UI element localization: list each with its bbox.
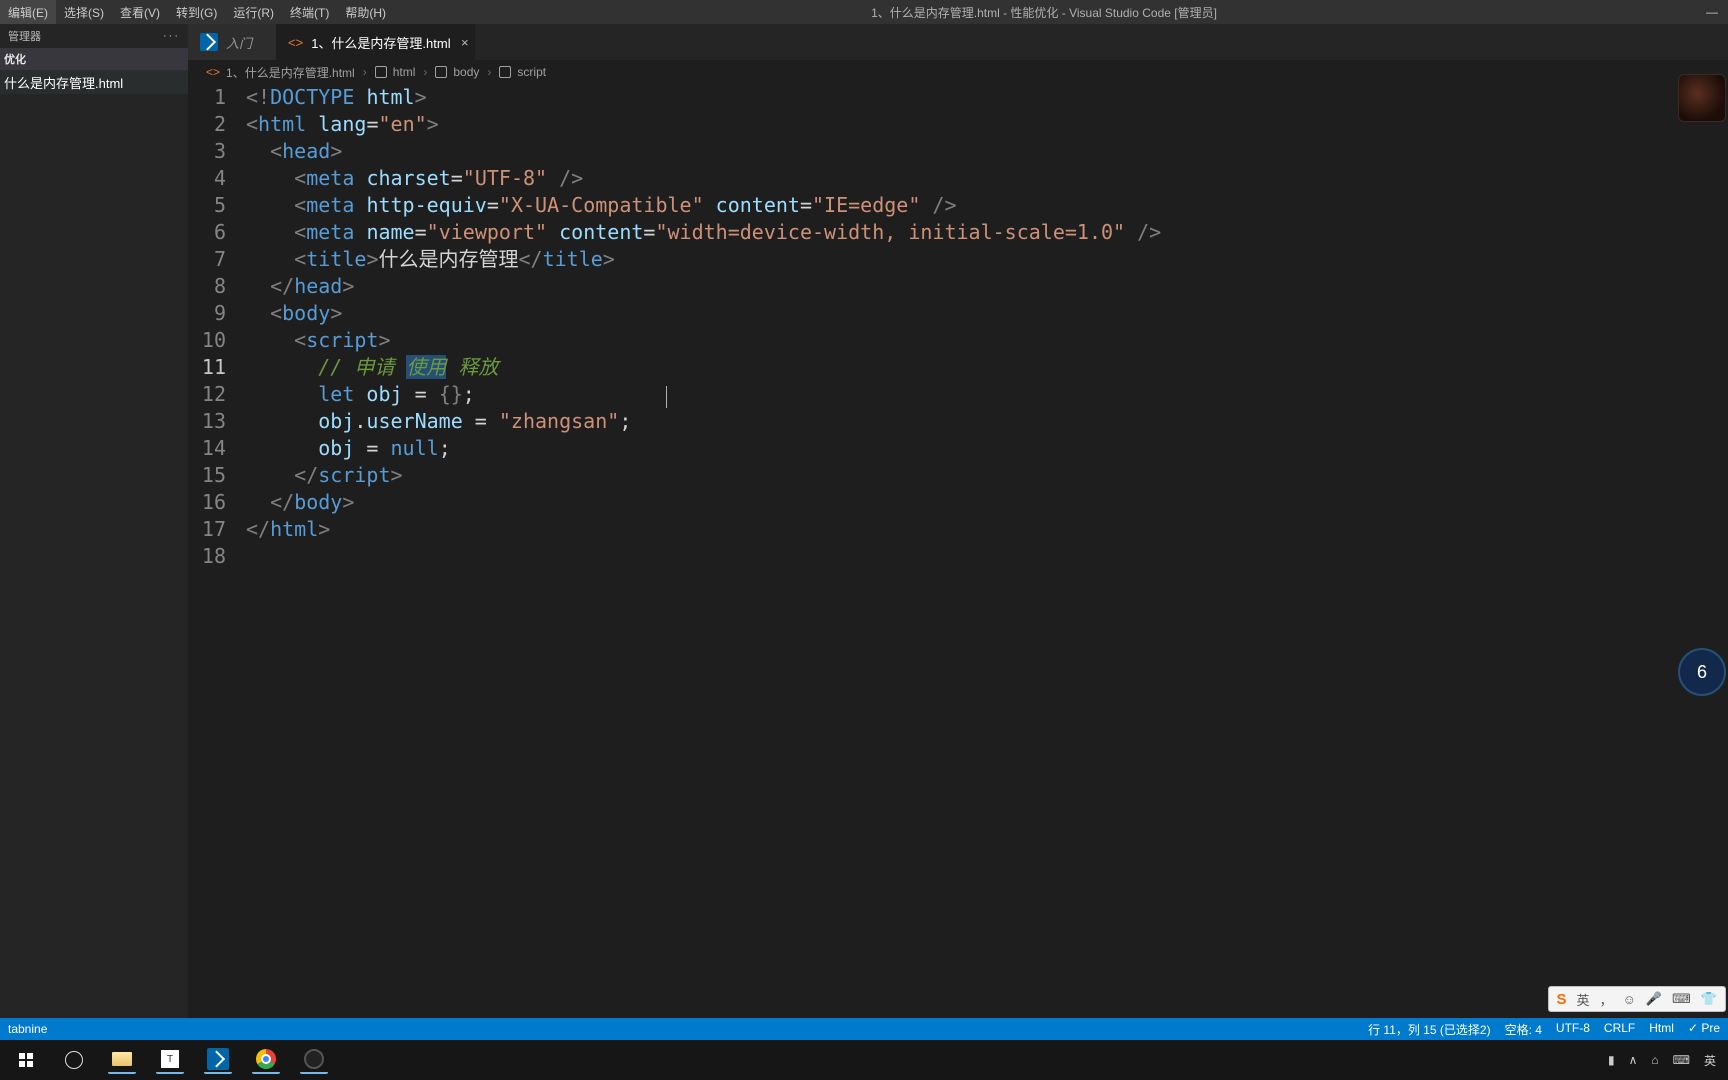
crumb-html[interactable]: html <box>393 65 416 79</box>
menu-run[interactable]: 运行(R) <box>225 0 282 24</box>
tab-close-icon[interactable]: × <box>461 35 469 50</box>
code-editor[interactable]: 123 456 789 101112 131415 161718 <!DOCTY… <box>188 84 1728 1018</box>
status-prettier[interactable]: ✓ Pre <box>1688 1021 1720 1038</box>
taskbar-explorer[interactable] <box>108 1046 136 1074</box>
line-gutter: 123 456 789 101112 131415 161718 <box>188 84 246 1018</box>
symbol-icon <box>499 66 511 78</box>
taskbar-start-button[interactable] <box>12 1046 40 1074</box>
ime-floating-toolbar[interactable]: S 英 ， ☺ 🎤 ⌨ 👕 <box>1548 986 1726 1012</box>
tab-welcome-label: 入门 <box>226 33 252 52</box>
tab-file-label: 1、什么是内存管理.html <box>311 33 450 52</box>
folder-icon <box>112 1052 132 1066</box>
vscode-icon <box>200 33 218 51</box>
status-cursor-position[interactable]: 行 11，列 15 (已选择2) <box>1368 1021 1490 1038</box>
ime-punct-icon[interactable]: ， <box>1600 990 1613 1009</box>
tray-ime-indicator[interactable]: 英 <box>1704 1052 1716 1069</box>
vscode-icon <box>207 1048 229 1070</box>
menu-help[interactable]: 帮助(H) <box>337 0 394 24</box>
tab-file-active[interactable]: <> 1、什么是内存管理.html × <box>276 24 475 60</box>
ime-keyboard-icon[interactable]: ⌨ <box>1672 991 1691 1007</box>
crumb-body[interactable]: body <box>453 65 479 79</box>
html-file-icon: <> <box>206 65 220 79</box>
explorer-sidebar: 管理器 ··· 优化 什么是内存管理.html <box>0 24 188 1018</box>
chrome-icon <box>256 1049 276 1069</box>
profile-avatar-badge[interactable] <box>1678 74 1726 122</box>
taskbar-notepad[interactable]: T <box>156 1046 184 1074</box>
taskbar-cortana[interactable] <box>60 1046 88 1074</box>
ime-brand-icon: S <box>1557 991 1567 1008</box>
status-encoding[interactable]: UTF-8 <box>1556 1021 1590 1038</box>
status-tabnine[interactable]: tabnine <box>8 1022 47 1036</box>
crumb-script[interactable]: script <box>517 65 546 79</box>
menu-edit[interactable]: 编辑(E) <box>0 0 56 24</box>
crumb-file[interactable]: 1、什么是内存管理.html <box>226 64 355 81</box>
status-spaces[interactable]: 空格: 4 <box>1505 1021 1542 1038</box>
chevron-right-icon: › <box>423 65 427 79</box>
tray-keyboard-icon[interactable]: ⌨ <box>1673 1053 1690 1067</box>
tray-chevron-up-icon[interactable]: ∧ <box>1629 1053 1638 1067</box>
menu-bar: 编辑(E) 选择(S) 查看(V) 转到(G) 运行(R) 终端(T) 帮助(H… <box>0 0 394 24</box>
tab-welcome[interactable]: 入门 <box>188 24 276 60</box>
menu-select[interactable]: 选择(S) <box>56 0 112 24</box>
explorer-section-folder[interactable]: 优化 <box>0 48 188 70</box>
windows-icon <box>19 1053 33 1067</box>
window-minimize-button[interactable]: — <box>1706 5 1716 19</box>
ime-lang-indicator[interactable]: 英 <box>1577 990 1590 1009</box>
code-body[interactable]: <!DOCTYPE html> <html lang="en"> <head> … <box>246 84 1728 1018</box>
circle-icon <box>65 1051 83 1069</box>
taskbar-vscode[interactable] <box>204 1046 232 1074</box>
breadcrumb[interactable]: <> 1、什么是内存管理.html › html › body › script <box>188 60 1728 84</box>
obs-icon <box>304 1049 324 1069</box>
symbol-icon <box>435 66 447 78</box>
editor-tabs: 入门 <> 1、什么是内存管理.html × <box>188 24 1728 60</box>
zoom-bubble[interactable]: 6 <box>1678 648 1726 696</box>
menu-go[interactable]: 转到(G) <box>168 0 225 24</box>
window-title: 1、什么是内存管理.html - 性能优化 - Visual Studio Co… <box>394 4 1694 21</box>
chevron-right-icon: › <box>363 65 367 79</box>
status-bar: tabnine 行 11，列 15 (已选择2) 空格: 4 UTF-8 CRL… <box>0 1018 1728 1040</box>
explorer-more-icon[interactable]: ··· <box>163 30 180 42</box>
menu-terminal[interactable]: 终端(T) <box>282 0 337 24</box>
chevron-right-icon: › <box>487 65 491 79</box>
status-eol[interactable]: CRLF <box>1604 1021 1635 1038</box>
symbol-icon <box>375 66 387 78</box>
windows-taskbar: T ▮ ∧ ⌂ ⌨ 英 <box>0 1040 1728 1080</box>
ime-emoji-icon[interactable]: ☺ <box>1623 992 1636 1007</box>
menu-view[interactable]: 查看(V) <box>112 0 168 24</box>
taskbar-chrome[interactable] <box>252 1046 280 1074</box>
taskbar-obs[interactable] <box>300 1046 328 1074</box>
explorer-file-entry[interactable]: 什么是内存管理.html <box>0 70 188 94</box>
text-icon: T <box>161 1050 179 1068</box>
tray-battery-icon[interactable]: ▮ <box>1608 1053 1615 1067</box>
html-file-icon: <> <box>288 35 303 50</box>
ime-mic-icon[interactable]: 🎤 <box>1646 991 1662 1007</box>
ime-skin-icon[interactable]: 👕 <box>1701 991 1717 1007</box>
text-cursor <box>666 386 667 408</box>
explorer-title: 管理器 <box>8 28 41 44</box>
tray-cloud-icon[interactable]: ⌂ <box>1651 1053 1658 1067</box>
status-language[interactable]: Html <box>1649 1021 1674 1038</box>
system-tray[interactable]: ▮ ∧ ⌂ ⌨ 英 <box>1608 1052 1716 1069</box>
